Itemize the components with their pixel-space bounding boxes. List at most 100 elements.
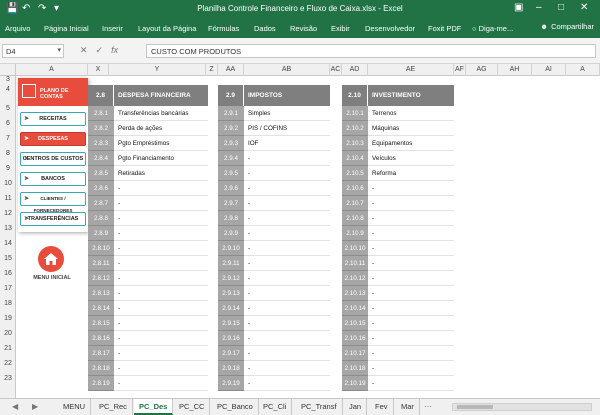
account-name[interactable]: - xyxy=(372,361,374,376)
table-row[interactable]: 2.9.1 Simples xyxy=(218,106,330,121)
menu-button-centros-de-custos[interactable]: ➤ CENTROS DE CUSTOS xyxy=(20,152,86,166)
name-box[interactable]: D4 ▾ xyxy=(2,44,64,58)
account-name[interactable]: - xyxy=(372,301,374,316)
account-code[interactable]: 2.9.13 xyxy=(218,286,244,301)
account-name[interactable]: - xyxy=(248,376,250,391)
account-name[interactable]: Transferências bancárias xyxy=(118,106,188,121)
account-name[interactable]: - xyxy=(248,286,250,301)
account-name[interactable]: - xyxy=(118,361,120,376)
table-row[interactable]: 2.10.18- xyxy=(342,361,454,376)
account-code[interactable]: 2.8.17 xyxy=(88,346,114,361)
sheet-tab[interactable]: PC_Cli xyxy=(258,399,293,415)
table-row[interactable]: 2.8.19- xyxy=(88,376,208,391)
table-row[interactable]: 2.10.3 Equipamentos xyxy=(342,136,454,151)
account-code[interactable]: 2.9.16 xyxy=(218,331,244,346)
account-name[interactable]: - xyxy=(118,271,120,286)
row-header[interactable]: 23 xyxy=(0,375,16,382)
account-code[interactable]: 2.8.5 xyxy=(88,166,114,181)
account-code[interactable]: 2.9.4 xyxy=(218,151,244,166)
sheet-tab[interactable]: Jan xyxy=(344,399,368,415)
table-row[interactable]: 2.10.5 Reforma xyxy=(342,166,454,181)
account-name[interactable]: - xyxy=(118,181,120,196)
account-name[interactable]: - xyxy=(118,286,120,301)
table-row[interactable]: 2.8.2 Perda de ações xyxy=(88,121,208,136)
account-code[interactable]: 2.9.11 xyxy=(218,256,244,271)
account-code[interactable]: 2.10.19 xyxy=(342,376,368,391)
account-name[interactable]: - xyxy=(248,151,250,166)
account-code[interactable]: 2.9.15 xyxy=(218,316,244,331)
account-name[interactable]: - xyxy=(372,181,374,196)
table-row[interactable]: 2.8.7- xyxy=(88,196,208,211)
account-name[interactable]: Equipamentos xyxy=(372,136,412,151)
row-header[interactable]: 18 xyxy=(0,300,16,307)
sheet-tab[interactable]: PC_CC xyxy=(174,399,211,415)
account-code[interactable]: 2.9.3 xyxy=(218,136,244,151)
table-row[interactable]: 2.10.13- xyxy=(342,286,454,301)
row-header[interactable]: 17 xyxy=(0,285,16,292)
tab-desenvolvedor[interactable]: Desenvolvedor xyxy=(365,24,415,33)
account-name[interactable]: - xyxy=(248,301,250,316)
column-header[interactable]: X xyxy=(88,64,109,76)
account-name[interactable]: - xyxy=(118,226,120,241)
account-name[interactable]: Reforma xyxy=(372,166,396,181)
row-header[interactable]: 5 xyxy=(0,105,16,112)
account-code[interactable]: 2.8.12 xyxy=(88,271,114,286)
table-row[interactable]: 2.9.10- xyxy=(218,241,330,256)
table-row[interactable]: 2.10.19- xyxy=(342,376,454,391)
table-row[interactable]: 2.8.5 Retiradas xyxy=(88,166,208,181)
account-name[interactable]: - xyxy=(248,256,250,271)
scrollbar-thumb[interactable] xyxy=(457,405,493,409)
account-name[interactable]: Pgto Empréstimos xyxy=(118,136,169,151)
account-name[interactable]: - xyxy=(248,271,250,286)
minimize-icon[interactable]: – xyxy=(536,2,542,13)
account-name[interactable]: - xyxy=(372,211,374,226)
table-row[interactable]: 2.8.14- xyxy=(88,301,208,316)
row-header[interactable]: 21 xyxy=(0,345,16,352)
table-row[interactable]: 2.10.11- xyxy=(342,256,454,271)
account-name[interactable]: - xyxy=(372,286,374,301)
table-row[interactable]: 2.8.10- xyxy=(88,241,208,256)
table-row[interactable]: 2.9.8- xyxy=(218,211,330,226)
menu-button-despesas[interactable]: ➤ DESPESAS xyxy=(20,132,86,146)
tab-inserir[interactable]: Inserir xyxy=(102,24,123,33)
account-code[interactable]: 2.9.6 xyxy=(218,181,244,196)
share-button[interactable]: ☻ Compartilhar xyxy=(540,22,594,31)
account-code[interactable]: 2.8.1 xyxy=(88,106,114,121)
table-row[interactable]: 2.10.15- xyxy=(342,316,454,331)
account-code[interactable]: 2.8.9 xyxy=(88,226,114,241)
tab-foxit-pdf[interactable]: Foxit PDF xyxy=(428,24,461,33)
menu-button-transferencias[interactable]: ➤ TRANSFERÊNCIAS xyxy=(20,212,86,226)
row-header[interactable]: 7 xyxy=(0,135,16,142)
account-code[interactable]: 2.8.8 xyxy=(88,211,114,226)
account-code[interactable]: 2.8.4 xyxy=(88,151,114,166)
table-row[interactable]: 2.10.12- xyxy=(342,271,454,286)
next-sheet-icon[interactable]: ▶ xyxy=(32,402,38,411)
column-header[interactable]: AD xyxy=(342,64,368,76)
account-code[interactable]: 2.8.7 xyxy=(88,196,114,211)
account-name[interactable]: - xyxy=(248,346,250,361)
table-row[interactable]: 2.10.4 Veículos xyxy=(342,151,454,166)
table-row[interactable]: 2.8.11- xyxy=(88,256,208,271)
column-header[interactable]: AF xyxy=(454,64,466,76)
account-code[interactable]: 2.10.18 xyxy=(342,361,368,376)
table-row[interactable]: 2.8.18- xyxy=(88,361,208,376)
table-row[interactable]: 2.9.3 IOF xyxy=(218,136,330,151)
account-name[interactable]: - xyxy=(248,166,250,181)
account-name[interactable]: - xyxy=(118,376,120,391)
account-code[interactable]: 2.10.17 xyxy=(342,346,368,361)
table-row[interactable]: 2.10.7- xyxy=(342,196,454,211)
menu-button-bancos[interactable]: ➤ BANCOS xyxy=(20,172,86,186)
row-header[interactable]: 8 xyxy=(0,150,16,157)
sheet-grid[interactable]: PLANO DE CONTAS ➤ RECEITAS ➤ DESPESAS ➤ CEN… xyxy=(16,76,600,398)
account-name[interactable]: Retiradas xyxy=(118,166,145,181)
column-header[interactable]: AA xyxy=(218,64,244,76)
account-code[interactable]: 2.9.2 xyxy=(218,121,244,136)
column-header[interactable]: AI xyxy=(532,64,566,76)
tab-pagina-inicial[interactable]: Página Inicial xyxy=(44,24,89,33)
account-name[interactable]: Terrenos xyxy=(372,106,397,121)
account-code[interactable]: 2.8.18 xyxy=(88,361,114,376)
account-name[interactable]: Perda de ações xyxy=(118,121,162,136)
account-code[interactable]: 2.10.11 xyxy=(342,256,368,271)
column-header[interactable]: AH xyxy=(498,64,532,76)
table-row[interactable]: 2.9.2 PIS / COFINS xyxy=(218,121,330,136)
